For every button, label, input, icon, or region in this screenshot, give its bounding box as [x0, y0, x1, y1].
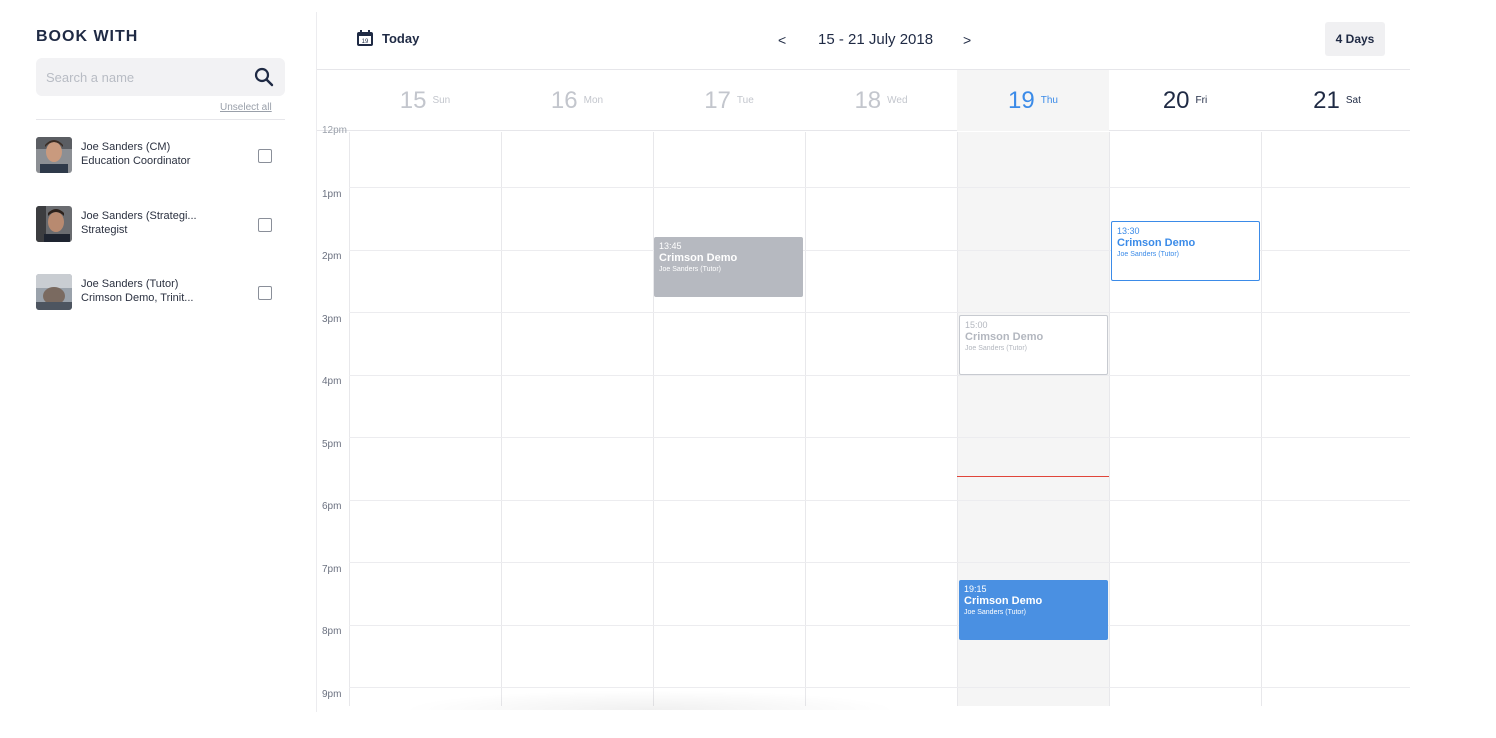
person-item[interactable]: Joe Sanders (Tutor) Crimson Demo, Trinit… [36, 274, 286, 314]
day-header[interactable]: 16 Mon [501, 70, 653, 131]
person-name: Joe Sanders (Tutor) [81, 278, 179, 290]
unselect-all-link[interactable]: Unselect all [220, 102, 272, 113]
day-number: 19 [1008, 86, 1035, 114]
hour-line [349, 500, 1410, 501]
event-title: Crimson Demo [659, 252, 738, 264]
event-time: 19:15 [964, 584, 987, 594]
time-label: 12pm [322, 125, 348, 136]
day-number: 16 [550, 86, 578, 114]
time-label: 6pm [322, 501, 342, 512]
avatar [36, 206, 72, 242]
time-label: 5pm [322, 439, 342, 450]
hour-line [349, 312, 1410, 313]
previous-week-button[interactable]: < [778, 32, 786, 48]
time-label: 3pm [322, 314, 342, 325]
sidebar: BOOK WITH Unselect all Joe Sanders (CM) … [0, 0, 300, 738]
person-checkbox[interactable] [258, 286, 272, 300]
day-name: Fri [1195, 95, 1208, 106]
event-title: Crimson Demo [965, 331, 1044, 343]
person-name: Joe Sanders (Strategi... [81, 210, 197, 222]
search-icon[interactable] [253, 66, 275, 88]
event-time: 13:45 [659, 241, 682, 251]
event-time: 13:30 [1117, 226, 1140, 236]
day-column[interactable] [653, 132, 805, 706]
event-card[interactable]: 13:45 Crimson Demo Joe Sanders (Tutor) [654, 237, 803, 297]
day-header[interactable]: 18 Wed [805, 70, 957, 131]
day-column[interactable] [349, 132, 501, 706]
person-item[interactable]: Joe Sanders (CM) Education Coordinator [36, 137, 286, 177]
day-header[interactable]: 21 Sat [1261, 70, 1410, 131]
person-checkbox[interactable] [258, 149, 272, 163]
hour-line [349, 375, 1410, 376]
time-label: 7pm [322, 564, 342, 575]
day-column[interactable] [1109, 132, 1261, 706]
book-with-title: BOOK WITH [36, 28, 139, 45]
day-name: Sun [432, 95, 451, 106]
hour-line [349, 437, 1410, 438]
day-number: 15 [399, 86, 427, 114]
day-header-today[interactable]: 19 Thu [957, 70, 1109, 131]
event-person: Joe Sanders (Tutor) [965, 345, 1027, 352]
day-number: 18 [854, 86, 882, 114]
day-name: Tue [736, 95, 754, 106]
day-column[interactable] [501, 132, 653, 706]
person-item[interactable]: Joe Sanders (Strategi... Strategist [36, 206, 286, 246]
view-mode-button[interactable]: 4 Days [1325, 22, 1385, 56]
event-card[interactable]: 19:15 Crimson Demo Joe Sanders (Tutor) [959, 580, 1108, 640]
event-card[interactable]: 15:00 Crimson Demo Joe Sanders (Tutor) [959, 315, 1108, 375]
day-name: Wed [887, 95, 908, 106]
person-checkbox[interactable] [258, 218, 272, 232]
event-title: Crimson Demo [1117, 237, 1196, 249]
time-label: 4pm [322, 376, 342, 387]
person-role: Education Coordinator [81, 155, 191, 167]
calendar-icon-number: 19 [362, 39, 369, 45]
time-grid: 12pm 1pm 2pm 3pm 4pm 5pm 6pm 7pm 8pm 9pm… [317, 125, 1410, 706]
scroll-shadow [400, 690, 900, 710]
time-label: 2pm [322, 251, 342, 262]
hour-line [349, 562, 1410, 563]
day-name: Thu [1040, 95, 1058, 106]
sidebar-divider [36, 119, 285, 120]
day-header-row: 15 Sun 16 Mon 17 Tue 18 Wed 19 Thu 20 Fr… [317, 70, 1410, 131]
search-input[interactable] [46, 58, 246, 96]
day-name: Mon [583, 95, 604, 106]
day-column[interactable] [1261, 132, 1410, 706]
event-person: Joe Sanders (Tutor) [659, 266, 721, 273]
event-title: Crimson Demo [964, 595, 1043, 607]
hour-line [349, 687, 1410, 688]
person-role: Strategist [81, 224, 128, 236]
date-range-label: 15 - 21 July 2018 [818, 31, 934, 48]
day-name: Sat [1345, 95, 1361, 106]
avatar [36, 274, 72, 310]
day-number: 20 [1162, 86, 1190, 114]
next-week-button[interactable]: > [963, 32, 971, 48]
hour-line [349, 187, 1410, 188]
hour-line [349, 625, 1410, 626]
today-label: Today [382, 30, 420, 46]
person-role: Crimson Demo, Trinit... [81, 292, 194, 304]
event-time: 15:00 [965, 320, 988, 330]
day-column[interactable] [805, 132, 957, 706]
avatar [36, 137, 72, 173]
calendar-icon: 19 [357, 30, 373, 46]
day-header[interactable]: 20 Fri [1109, 70, 1261, 131]
time-label: 1pm [322, 189, 342, 200]
calendar: 15 Sun 16 Mon 17 Tue 18 Wed 19 Thu 20 Fr… [317, 69, 1410, 706]
day-header[interactable]: 15 Sun [349, 70, 501, 131]
today-button[interactable]: 19 Today [356, 28, 419, 48]
time-label: 9pm [322, 689, 342, 700]
day-header[interactable]: 17 Tue [653, 70, 805, 131]
search-box [36, 58, 285, 96]
event-person: Joe Sanders (Tutor) [1117, 251, 1179, 258]
current-time-line [957, 476, 1109, 477]
event-person: Joe Sanders (Tutor) [964, 609, 1026, 616]
person-name: Joe Sanders (CM) [81, 141, 171, 153]
day-number: 21 [1313, 86, 1340, 114]
day-number: 17 [704, 86, 731, 114]
time-label: 8pm [322, 626, 342, 637]
event-card[interactable]: 13:30 Crimson Demo Joe Sanders (Tutor) [1111, 221, 1260, 281]
